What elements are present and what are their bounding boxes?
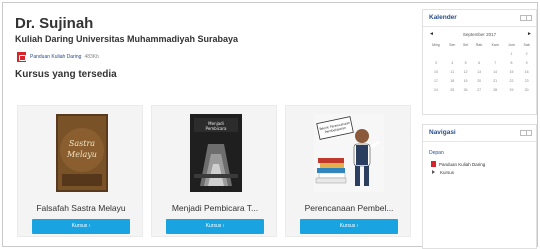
pdf-icon xyxy=(431,161,436,167)
navigation-block: Navigasi Depan Panduan Kuliah Daring Kur… xyxy=(422,124,537,249)
svg-text:Melayu: Melayu xyxy=(66,150,97,159)
course-button[interactable]: Kursus › xyxy=(166,219,264,234)
calendar-title: Kalender xyxy=(429,14,457,21)
svg-text:Sastra: Sastra xyxy=(69,139,95,148)
calendar-day[interactable]: 30 xyxy=(519,85,534,94)
guide-file-size: 483Kb xyxy=(84,54,99,60)
calendar-day[interactable]: 9 xyxy=(519,58,534,67)
calendar-day[interactable]: 21 xyxy=(487,76,504,85)
course-cover-image: Menjadi Pembicara xyxy=(190,114,242,192)
calendar-week: 17 18 19 20 21 22 23 xyxy=(427,76,534,85)
calendar-day[interactable]: 13 xyxy=(472,67,487,76)
calendar-day[interactable]: 12 xyxy=(460,67,472,76)
calendar-day xyxy=(445,49,460,58)
course-title[interactable]: Perencanaan Pembel... xyxy=(286,203,412,213)
course-title[interactable]: Menjadi Pembicara T... xyxy=(152,203,278,213)
calendar-day xyxy=(460,49,472,58)
calendar-day[interactable]: 17 xyxy=(427,76,445,85)
weekday-label: Rab xyxy=(475,43,483,47)
calendar-day[interactable]: 24 xyxy=(427,85,445,94)
nav-item-home[interactable]: Depan xyxy=(429,150,536,156)
calendar-week: 24 25 26 27 28 29 30 xyxy=(427,85,534,94)
nav-item-label: Kursus xyxy=(440,169,455,175)
calendar-day[interactable]: 14 xyxy=(487,67,504,76)
calendar-header: Kalender xyxy=(423,10,536,27)
block-actions-icon[interactable] xyxy=(520,130,532,136)
course-button[interactable]: Kursus › xyxy=(32,219,130,234)
weekday-label: Sab xyxy=(523,43,530,47)
calendar-day[interactable]: 7 xyxy=(487,58,504,67)
navigation-title: Navigasi xyxy=(429,129,456,136)
weekday-label: Jum xyxy=(508,43,515,47)
calendar-day xyxy=(472,49,487,58)
calendar-day[interactable]: 10 xyxy=(427,67,445,76)
block-actions-icon[interactable] xyxy=(520,15,532,21)
course-list: Sastra Melayu Falsafah Sastra Melayu Kur… xyxy=(15,105,415,237)
calendar-grid: Ming Sen Sel Rab Kam Jum Sab 1 2 3 4 5 6 7 8 9 10 11 12 13… xyxy=(427,41,534,94)
calendar-week: 3456789 xyxy=(427,58,534,67)
guide-resource[interactable]: Panduan Kuliah Daring 483Kb xyxy=(17,52,415,62)
calendar-day[interactable]: 27 xyxy=(472,85,487,94)
svg-text:Pembicara: Pembicara xyxy=(205,126,227,131)
calendar-day[interactable]: 20 xyxy=(472,76,487,85)
calendar-day[interactable]: 26 xyxy=(460,85,472,94)
course-card: Sastra Melayu Falsafah Sastra Melayu Kur… xyxy=(17,105,143,237)
weekday-label: Sen xyxy=(449,43,456,47)
guide-link[interactable]: Panduan Kuliah Daring xyxy=(30,54,81,60)
calendar-month: September 2017 xyxy=(462,32,497,37)
course-cover-image: Sastra Melayu xyxy=(56,114,108,192)
calendar-day[interactable]: 28 xyxy=(487,85,504,94)
course-card: Teknik Perencanaan Pembelajaran Perencan… xyxy=(285,105,411,237)
pdf-icon xyxy=(17,52,26,62)
calendar-day[interactable]: 22 xyxy=(504,76,520,85)
weekday-label: Ming xyxy=(432,43,440,47)
calendar-day[interactable]: 19 xyxy=(460,76,472,85)
course-cover-image: Teknik Perencanaan Pembelajaran xyxy=(314,114,384,192)
calendar-day[interactable]: 1 xyxy=(504,49,520,58)
courses-heading: Kursus yang tersedia xyxy=(15,69,117,80)
calendar-day[interactable]: 25 xyxy=(445,85,460,94)
calendar-day xyxy=(487,49,504,58)
nav-item-label: Panduan Kuliah Daring xyxy=(439,161,486,167)
course-button[interactable]: Kursus › xyxy=(300,219,398,234)
weekday-label: Sel xyxy=(463,43,469,47)
calendar-week: 10 11 12 13 14 15 16 xyxy=(427,67,534,76)
weekday-label: Kam xyxy=(491,43,499,47)
course-card: Menjadi Pembicara Menjadi Pembicara T...… xyxy=(151,105,277,237)
calendar-week: 12 xyxy=(427,49,534,58)
calendar-day xyxy=(427,49,445,58)
navigation-tree: Depan Panduan Kuliah Daring Kursus xyxy=(423,142,536,176)
calendar-day[interactable]: 29 xyxy=(504,85,520,94)
next-month-icon[interactable]: ► xyxy=(527,31,532,37)
navigation-header: Navigasi xyxy=(423,125,536,142)
calendar-day[interactable]: 5 xyxy=(460,58,472,67)
calendar-day[interactable]: 15 xyxy=(504,67,520,76)
main-region: Dr. Sujinah Kuliah Daring Universitas Mu… xyxy=(15,15,415,247)
sidebar: Kalender ◄ September 2017 ► Ming Sen Sel Ra… xyxy=(422,9,537,249)
calendar-day[interactable]: 6 xyxy=(472,58,487,67)
nav-item-courses[interactable]: Kursus xyxy=(431,168,536,176)
site-title: Dr. Sujinah xyxy=(15,15,94,32)
calendar-day[interactable]: 16 xyxy=(519,67,534,76)
calendar-day[interactable]: 2 xyxy=(519,49,534,58)
site-subtitle: Kuliah Daring Universitas Muhammadiyah S… xyxy=(15,34,239,44)
calendar-day[interactable]: 11 xyxy=(445,67,460,76)
nav-item-guide[interactable]: Panduan Kuliah Daring xyxy=(431,160,536,168)
calendar-day[interactable]: 4 xyxy=(445,58,460,67)
page-frame: Dr. Sujinah Kuliah Daring Universitas Mu… xyxy=(2,2,538,249)
calendar-day[interactable]: 23 xyxy=(519,76,534,85)
calendar-nav: ◄ September 2017 ► xyxy=(423,29,536,41)
calendar-block: Kalender ◄ September 2017 ► Ming Sen Sel Ra… xyxy=(422,9,537,115)
course-title[interactable]: Falsafah Sastra Melayu xyxy=(18,203,144,213)
calendar-day[interactable]: 18 xyxy=(445,76,460,85)
calendar-day[interactable]: 3 xyxy=(427,58,445,67)
expand-arrow-icon[interactable] xyxy=(432,170,435,174)
calendar-day[interactable]: 8 xyxy=(504,58,520,67)
